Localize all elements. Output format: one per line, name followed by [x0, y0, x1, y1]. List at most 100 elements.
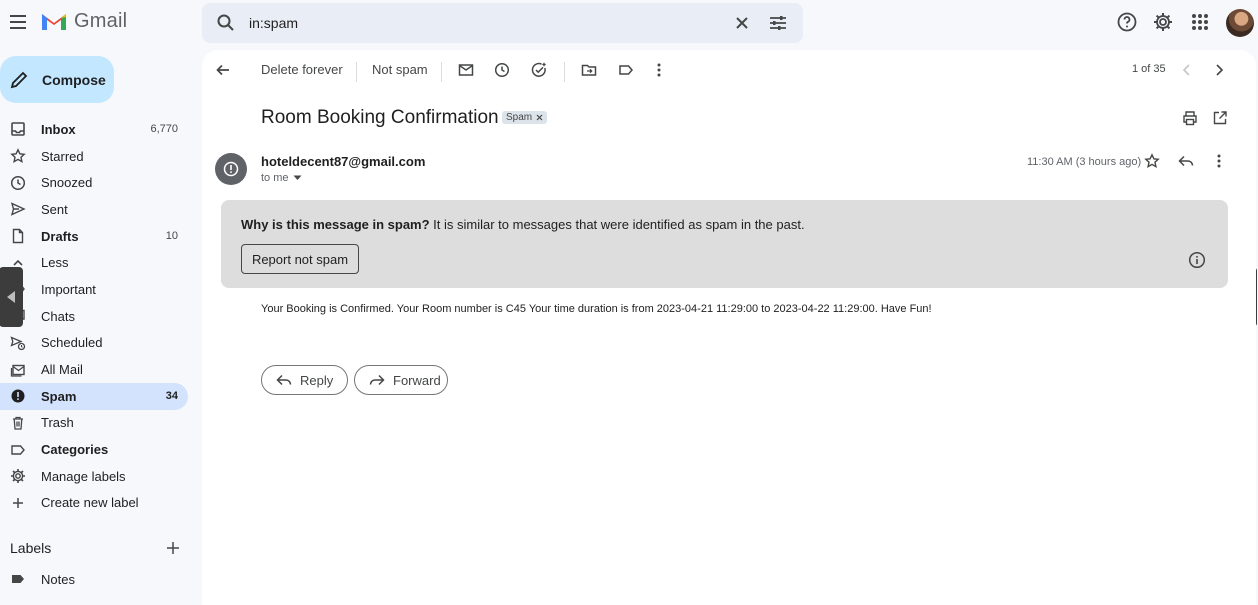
not-spam-button[interactable]: Not spam	[372, 62, 428, 77]
sidebar-item-trash[interactable]: Trash	[0, 410, 188, 437]
sidebar-item-label: Manage labels	[41, 468, 126, 484]
toolbar-divider	[356, 62, 357, 82]
sidebar-item-manage-labels[interactable]: Manage labels	[0, 463, 188, 490]
sidebar-item-create-label[interactable]: Create new label	[0, 490, 188, 517]
sidebar-item-label: Snoozed	[41, 175, 93, 191]
recipient-details[interactable]: to me	[261, 172, 302, 184]
message-more-icon[interactable]	[1211, 153, 1227, 169]
spam-warning-text: Why is this message in spam? It is simil…	[241, 217, 805, 232]
label-as-icon[interactable]	[618, 62, 634, 78]
email-timestamp: 11:30 AM (3 hours ago)	[1027, 156, 1142, 168]
chevron-left-icon[interactable]	[1179, 62, 1195, 78]
sidebar-item-snoozed[interactable]: Snoozed	[0, 169, 188, 196]
main-menu-icon[interactable]	[6, 10, 30, 34]
send-icon	[10, 201, 26, 217]
sidebar-item-label: Create new label	[41, 495, 139, 511]
sidebar-item-label: Less	[41, 255, 69, 271]
back-arrow-icon[interactable]	[215, 62, 231, 78]
compose-label: Compose	[42, 71, 106, 88]
label-item-notes[interactable]: Notes	[10, 571, 75, 587]
snooze-clock-icon[interactable]	[494, 62, 510, 78]
sidebar-item-label: Starred	[41, 148, 84, 164]
report-not-spam-button[interactable]: Report not spam	[241, 244, 359, 274]
gmail-logo[interactable]: Gmail	[40, 10, 127, 33]
sidebar-item-all-mail[interactable]: All Mail	[0, 356, 188, 383]
search-options-icon[interactable]	[768, 13, 788, 33]
reply-button[interactable]: Reply	[261, 365, 348, 395]
trash-icon	[10, 415, 26, 431]
label-name: Notes	[41, 571, 75, 587]
sidebar-item-less[interactable]: Less	[0, 249, 188, 276]
sidebar-item-categories[interactable]: Categories	[0, 436, 188, 463]
sidebar-item-label: Important	[41, 281, 96, 297]
gmail-m-icon	[42, 14, 66, 30]
add-to-tasks-icon[interactable]	[531, 62, 547, 78]
sidebar-item-label: Spam	[41, 388, 77, 404]
sidebar-item-important[interactable]: Important	[0, 276, 188, 303]
warning-circle-icon	[223, 161, 239, 177]
chevron-right-icon[interactable]	[1211, 62, 1227, 78]
remove-label-icon[interactable]	[536, 114, 543, 121]
sidebar-item-chats[interactable]: Chats	[0, 303, 188, 330]
reply-icon	[276, 372, 292, 388]
clear-search-icon[interactable]	[732, 13, 752, 33]
pagination-text: 1 of 35	[1132, 63, 1166, 75]
open-in-new-window-icon[interactable]	[1212, 110, 1228, 126]
toolbar-divider	[564, 62, 565, 82]
sidebar-item-label: Drafts	[41, 228, 79, 244]
search-icon[interactable]	[216, 13, 236, 33]
triangle-left-icon	[5, 290, 17, 304]
spam-count: 34	[165, 390, 178, 403]
pencil-icon	[10, 71, 28, 89]
email-subject: Room Booking Confirmation	[261, 107, 499, 128]
email-body: Your Booking is Confirmed. Your Room num…	[261, 303, 932, 315]
forward-icon	[369, 372, 385, 388]
search-bar[interactable]: in:spam	[202, 3, 803, 43]
more-vert-icon[interactable]	[651, 62, 667, 78]
compose-button[interactable]: Compose	[0, 56, 114, 103]
sidebar-item-inbox[interactable]: Inbox 6,770	[0, 116, 188, 143]
sidebar-item-spam[interactable]: Spam 34	[0, 382, 188, 410]
settings-gear-icon[interactable]	[1152, 11, 1174, 33]
unread-count: 6,770	[150, 123, 178, 136]
star-icon	[10, 148, 26, 164]
sidebar-item-label: All Mail	[41, 362, 83, 378]
sender-email[interactable]: hoteldecent87@gmail.com	[261, 154, 425, 169]
sidebar-item-label: Scheduled	[41, 335, 103, 351]
add-label-icon[interactable]	[166, 541, 180, 555]
scheduled-send-icon	[10, 335, 26, 351]
sidebar-item-label: Trash	[41, 415, 74, 431]
caret-down-icon	[293, 175, 302, 181]
sidebar-item-label: Inbox	[41, 121, 76, 137]
search-input[interactable]: in:spam	[249, 15, 298, 31]
sidebar-nav: Inbox 6,770 Starred Snoozed Sent Drafts …	[0, 116, 188, 516]
spam-warning-bold: Why is this message in spam?	[241, 217, 430, 232]
sidebar-item-sent[interactable]: Sent	[0, 196, 188, 223]
help-icon[interactable]	[1116, 11, 1138, 33]
mark-unread-icon[interactable]	[458, 62, 474, 78]
print-icon[interactable]	[1182, 110, 1198, 126]
move-to-folder-icon[interactable]	[581, 62, 597, 78]
spam-icon	[10, 388, 26, 404]
delete-forever-button[interactable]: Delete forever	[261, 62, 343, 77]
star-icon[interactable]	[1144, 153, 1160, 169]
forward-label: Forward	[393, 372, 441, 388]
spam-warning-banner: Why is this message in spam? It is simil…	[221, 200, 1228, 288]
sidebar-item-starred[interactable]: Starred	[0, 143, 188, 170]
sender-avatar	[215, 153, 247, 185]
info-icon[interactable]	[1188, 251, 1206, 269]
account-avatar[interactable]	[1226, 9, 1254, 37]
apps-grid-icon[interactable]	[1189, 11, 1211, 33]
reply-arrow-icon[interactable]	[1178, 153, 1194, 169]
prev-panel-tab[interactable]	[0, 267, 23, 327]
drafts-count: 10	[165, 230, 178, 243]
sidebar-item-label: Chats	[41, 308, 75, 324]
sidebar-item-label: Sent	[41, 201, 68, 217]
clock-icon	[10, 175, 26, 191]
sidebar-item-scheduled[interactable]: Scheduled	[0, 330, 188, 357]
forward-button[interactable]: Forward	[354, 365, 448, 395]
labels-heading: Labels	[10, 540, 52, 556]
reply-label: Reply	[300, 372, 334, 388]
toolbar-divider	[441, 62, 442, 82]
sidebar-item-drafts[interactable]: Drafts 10	[0, 223, 188, 250]
